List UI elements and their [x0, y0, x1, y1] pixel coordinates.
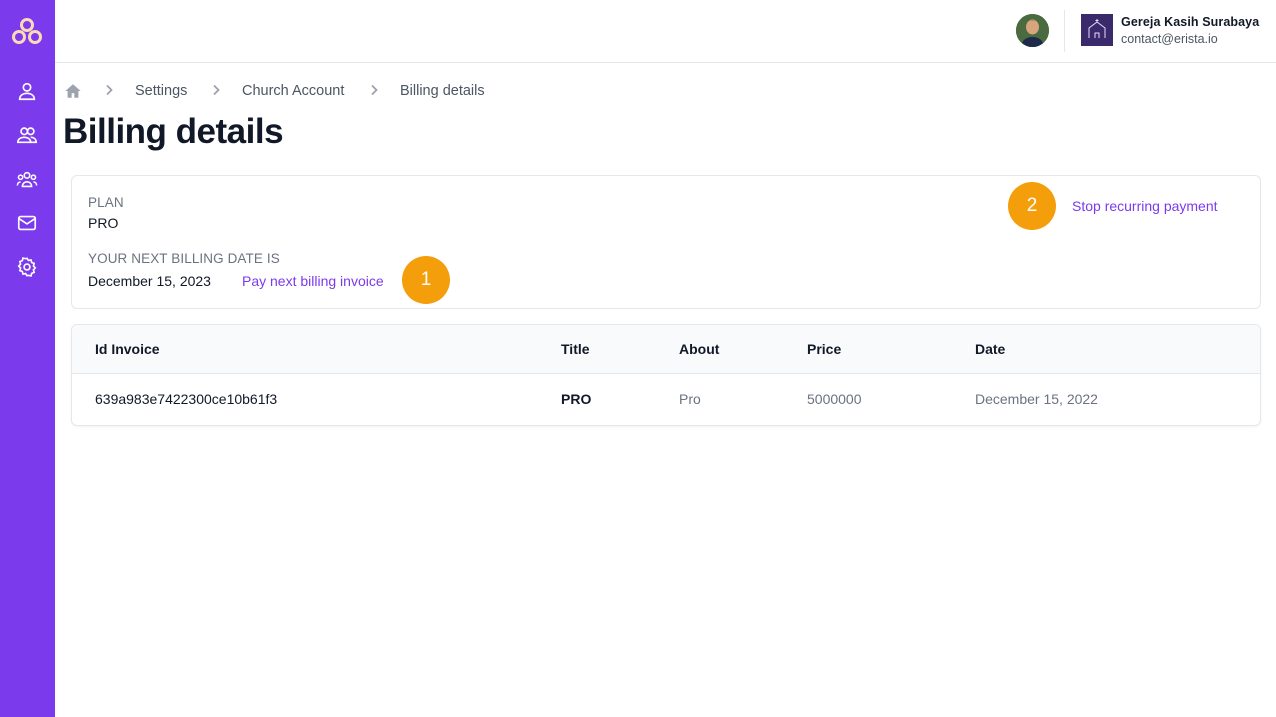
- sidebar-item-profile[interactable]: [13, 77, 41, 105]
- gear-icon: [17, 257, 37, 277]
- column-header-about: About: [679, 341, 720, 357]
- column-header-price: Price: [807, 341, 842, 357]
- sidebar-item-messages[interactable]: [13, 209, 41, 237]
- sidebar-item-settings[interactable]: [13, 253, 41, 281]
- user-avatar[interactable]: [1016, 14, 1049, 47]
- user-group-icon: [16, 171, 38, 188]
- annotation-marker-1: 1: [402, 256, 450, 304]
- erista-logo-icon[interactable]: [10, 14, 44, 48]
- mail-icon: [17, 215, 37, 231]
- next-billing-label: YOUR NEXT BILLING DATE IS: [88, 251, 280, 266]
- page-title: Billing details: [63, 112, 284, 151]
- users-icon: [17, 127, 37, 144]
- chevron-right-icon: [213, 84, 220, 96]
- sidebar: [0, 0, 55, 717]
- chevron-right-icon: [371, 84, 378, 96]
- invoice-price: 5000000: [807, 391, 862, 407]
- plan-value: PRO: [88, 215, 119, 231]
- home-icon[interactable]: [64, 82, 82, 100]
- top-header: Gereja Kasih Surabaya contact@erista.io: [55, 0, 1276, 63]
- sidebar-item-groups[interactable]: [13, 166, 41, 194]
- breadcrumb-church-account[interactable]: Church Account: [242, 83, 344, 99]
- church-logo: [1081, 14, 1113, 46]
- breadcrumb: Settings Church Account Billing details: [64, 80, 664, 102]
- plan-card: PLAN PRO YOUR NEXT BILLING DATE IS Decem…: [71, 175, 1261, 309]
- invoice-id: 639a983e7422300ce10b61f3: [95, 391, 278, 407]
- invoice-table: Id Invoice Title About Price Date 639a98…: [71, 324, 1261, 426]
- header-divider: [1064, 10, 1065, 52]
- annotation-marker-2: 2: [1008, 182, 1056, 230]
- breadcrumb-billing-details[interactable]: Billing details: [400, 83, 485, 99]
- table-header: Id Invoice Title About Price Date: [72, 325, 1260, 374]
- chevron-right-icon: [106, 84, 113, 96]
- invoice-date: December 15, 2022: [975, 391, 1098, 407]
- invoice-title: PRO: [561, 391, 592, 407]
- breadcrumb-settings[interactable]: Settings: [135, 83, 187, 99]
- sidebar-item-members[interactable]: [13, 121, 41, 149]
- pay-next-invoice-link[interactable]: Pay next billing invoice: [242, 273, 384, 289]
- stop-recurring-payment-link[interactable]: Stop recurring payment: [1072, 198, 1218, 214]
- user-icon: [18, 82, 36, 101]
- church-email: contact@erista.io: [1121, 32, 1218, 46]
- next-billing-date: December 15, 2023: [88, 273, 211, 289]
- plan-label: PLAN: [88, 195, 124, 210]
- church-name: Gereja Kasih Surabaya: [1121, 15, 1260, 29]
- invoice-about: Pro: [679, 391, 701, 407]
- column-header-date: Date: [975, 341, 1006, 357]
- column-header-id: Id Invoice: [95, 341, 160, 357]
- column-header-title: Title: [561, 341, 590, 357]
- table-row[interactable]: 639a983e7422300ce10b61f3 PRO Pro 5000000…: [72, 374, 1260, 425]
